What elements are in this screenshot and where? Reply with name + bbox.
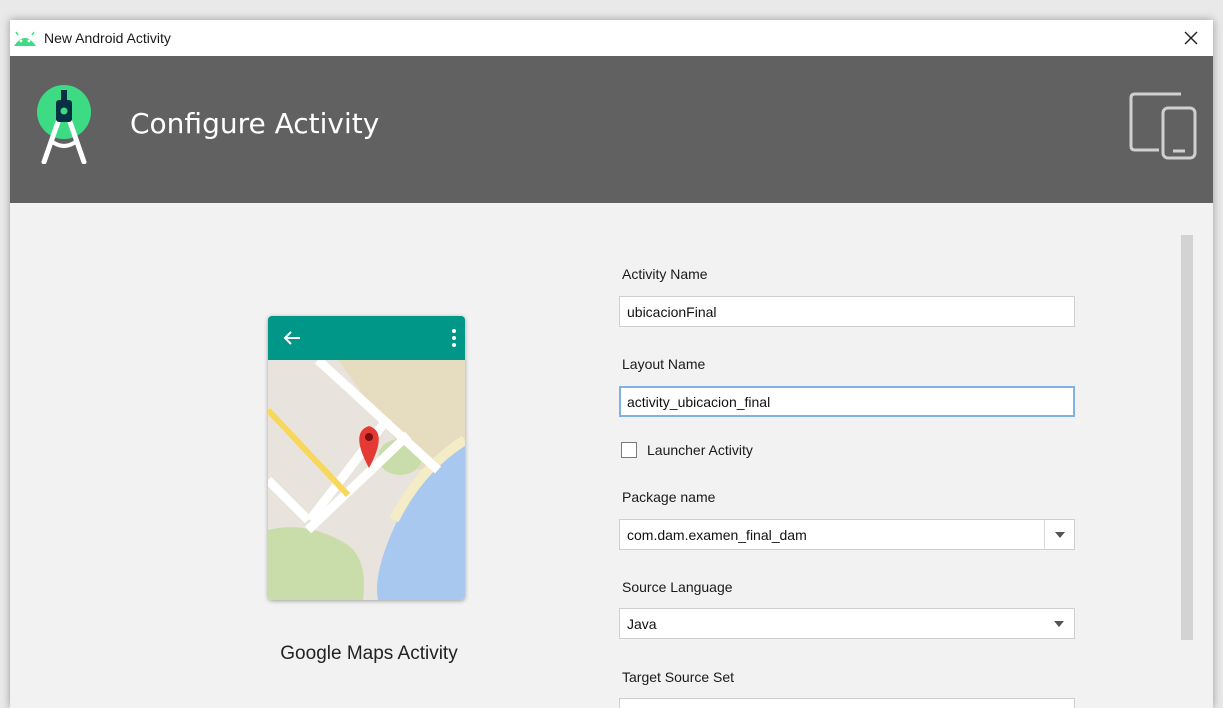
source-language-select[interactable]: Java: [619, 608, 1075, 639]
activity-name-label: Activity Name: [622, 266, 708, 282]
activity-preview: [268, 316, 465, 600]
target-source-set-select[interactable]: [619, 698, 1075, 708]
package-name-dropdown-button[interactable]: [1044, 520, 1074, 549]
package-name-combobox[interactable]: com.dam.examen_final_dam: [619, 519, 1075, 550]
scrollbar-thumb[interactable]: [1181, 235, 1193, 640]
package-name-value[interactable]: com.dam.examen_final_dam: [620, 527, 1044, 543]
launcher-activity-checkbox-row[interactable]: Launcher Activity: [621, 442, 753, 458]
banner-title: Configure Activity: [130, 107, 380, 140]
preview-toolbar: [268, 316, 465, 360]
vertical-scrollbar[interactable]: [1181, 235, 1193, 640]
chevron-down-icon: [1054, 531, 1065, 538]
source-language-value: Java: [627, 615, 657, 632]
dialog-window: New Android Activity Configure Activity: [10, 20, 1213, 708]
devices-icon: [1129, 92, 1197, 160]
android-studio-logo: [37, 85, 91, 164]
close-icon: [1184, 31, 1198, 45]
launcher-activity-checkbox[interactable]: [621, 442, 637, 458]
layout-name-input[interactable]: [619, 386, 1075, 417]
window-title: New Android Activity: [44, 30, 171, 46]
launcher-activity-label: Launcher Activity: [647, 442, 753, 458]
package-name-label: Package name: [622, 489, 716, 505]
source-language-label: Source Language: [622, 579, 733, 595]
content-area: Google Maps Activity Activity Name Layou…: [10, 203, 1213, 708]
close-button[interactable]: [1179, 26, 1203, 50]
back-arrow-icon: [283, 331, 300, 345]
chevron-down-icon: [1054, 620, 1064, 627]
source-language-dropdown-arrow[interactable]: [1044, 609, 1074, 638]
preview-label: Google Maps Activity: [280, 643, 458, 664]
title-bar: New Android Activity: [10, 20, 1213, 56]
target-source-set-dropdown-arrow[interactable]: [1044, 699, 1074, 708]
target-source-set-label: Target Source Set: [622, 669, 735, 685]
header-banner: Configure Activity: [10, 56, 1213, 203]
map-illustration: [268, 360, 465, 600]
activity-name-input[interactable]: [619, 296, 1075, 327]
android-icon: [14, 31, 36, 46]
overflow-menu-icon: [452, 329, 456, 347]
layout-name-label: Layout Name: [622, 356, 706, 372]
